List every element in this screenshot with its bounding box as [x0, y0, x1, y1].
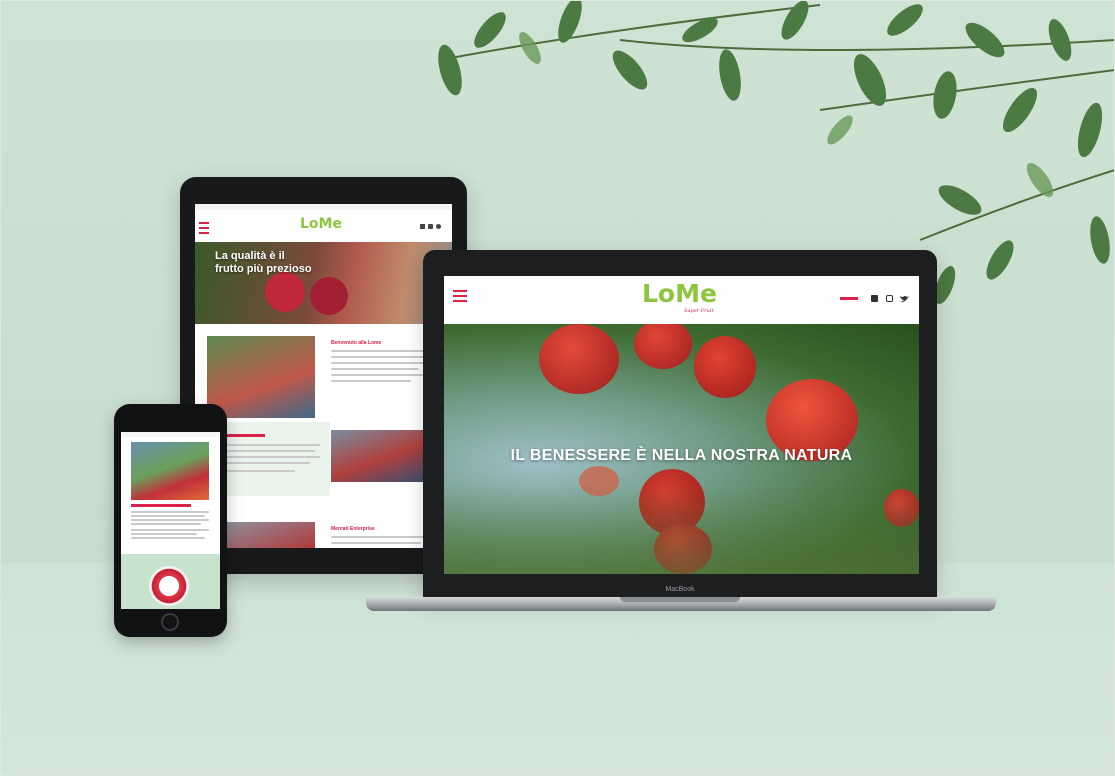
phone-screen	[121, 432, 220, 609]
facebook-icon[interactable]	[420, 224, 425, 229]
tablet-section-image-1	[207, 336, 315, 418]
phone-hero-image	[131, 442, 209, 500]
facebook-icon[interactable]	[871, 295, 878, 302]
laptop-site-header: LoMe Super Fruit	[444, 276, 919, 324]
tablet-section-title-3: Mercati Enterprise	[331, 526, 375, 532]
phone-product-image	[149, 566, 189, 606]
laptop-logo-tagline: Super Fruit	[684, 308, 714, 314]
laptop-brand-label: MacBook	[665, 586, 695, 593]
tablet-section-title-1: Benvenuto alla Lome	[331, 340, 382, 346]
laptop-hero-title: IL BENESSERE È NELLA NOSTRA NATURA	[510, 447, 853, 464]
phone-home-button	[161, 613, 179, 631]
laptop-notch	[620, 597, 740, 602]
phone-status-bar	[121, 432, 220, 437]
laptop-hero-image: IL BENESSERE È NELLA NOSTRA NATURA	[444, 324, 919, 574]
laptop-logo[interactable]: LoMe	[642, 280, 717, 308]
twitter-icon[interactable]	[436, 224, 441, 229]
language-switch[interactable]	[840, 297, 858, 300]
tablet-hero-title: La qualità è il frutto più prezioso	[215, 250, 312, 275]
tablet-logo[interactable]: LoMe	[300, 216, 342, 232]
twitter-icon[interactable]	[900, 295, 909, 303]
tablet-section-image-2	[331, 430, 426, 482]
instagram-icon[interactable]	[886, 295, 893, 302]
tablet-hero-image: La qualità è il frutto più prezioso	[195, 242, 452, 324]
tablet-site-header: LoMe	[195, 210, 452, 242]
product-mockup-scene: LoMe La qualità è il frutto più prezioso…	[0, 0, 1115, 776]
instagram-icon[interactable]	[428, 224, 433, 229]
laptop-screen: LoMe Super Fruit IL BENESSERE È NELLA NO…	[444, 276, 919, 574]
menu-icon[interactable]	[453, 290, 469, 302]
tablet-screen: LoMe La qualità è il frutto più prezioso…	[195, 204, 452, 548]
